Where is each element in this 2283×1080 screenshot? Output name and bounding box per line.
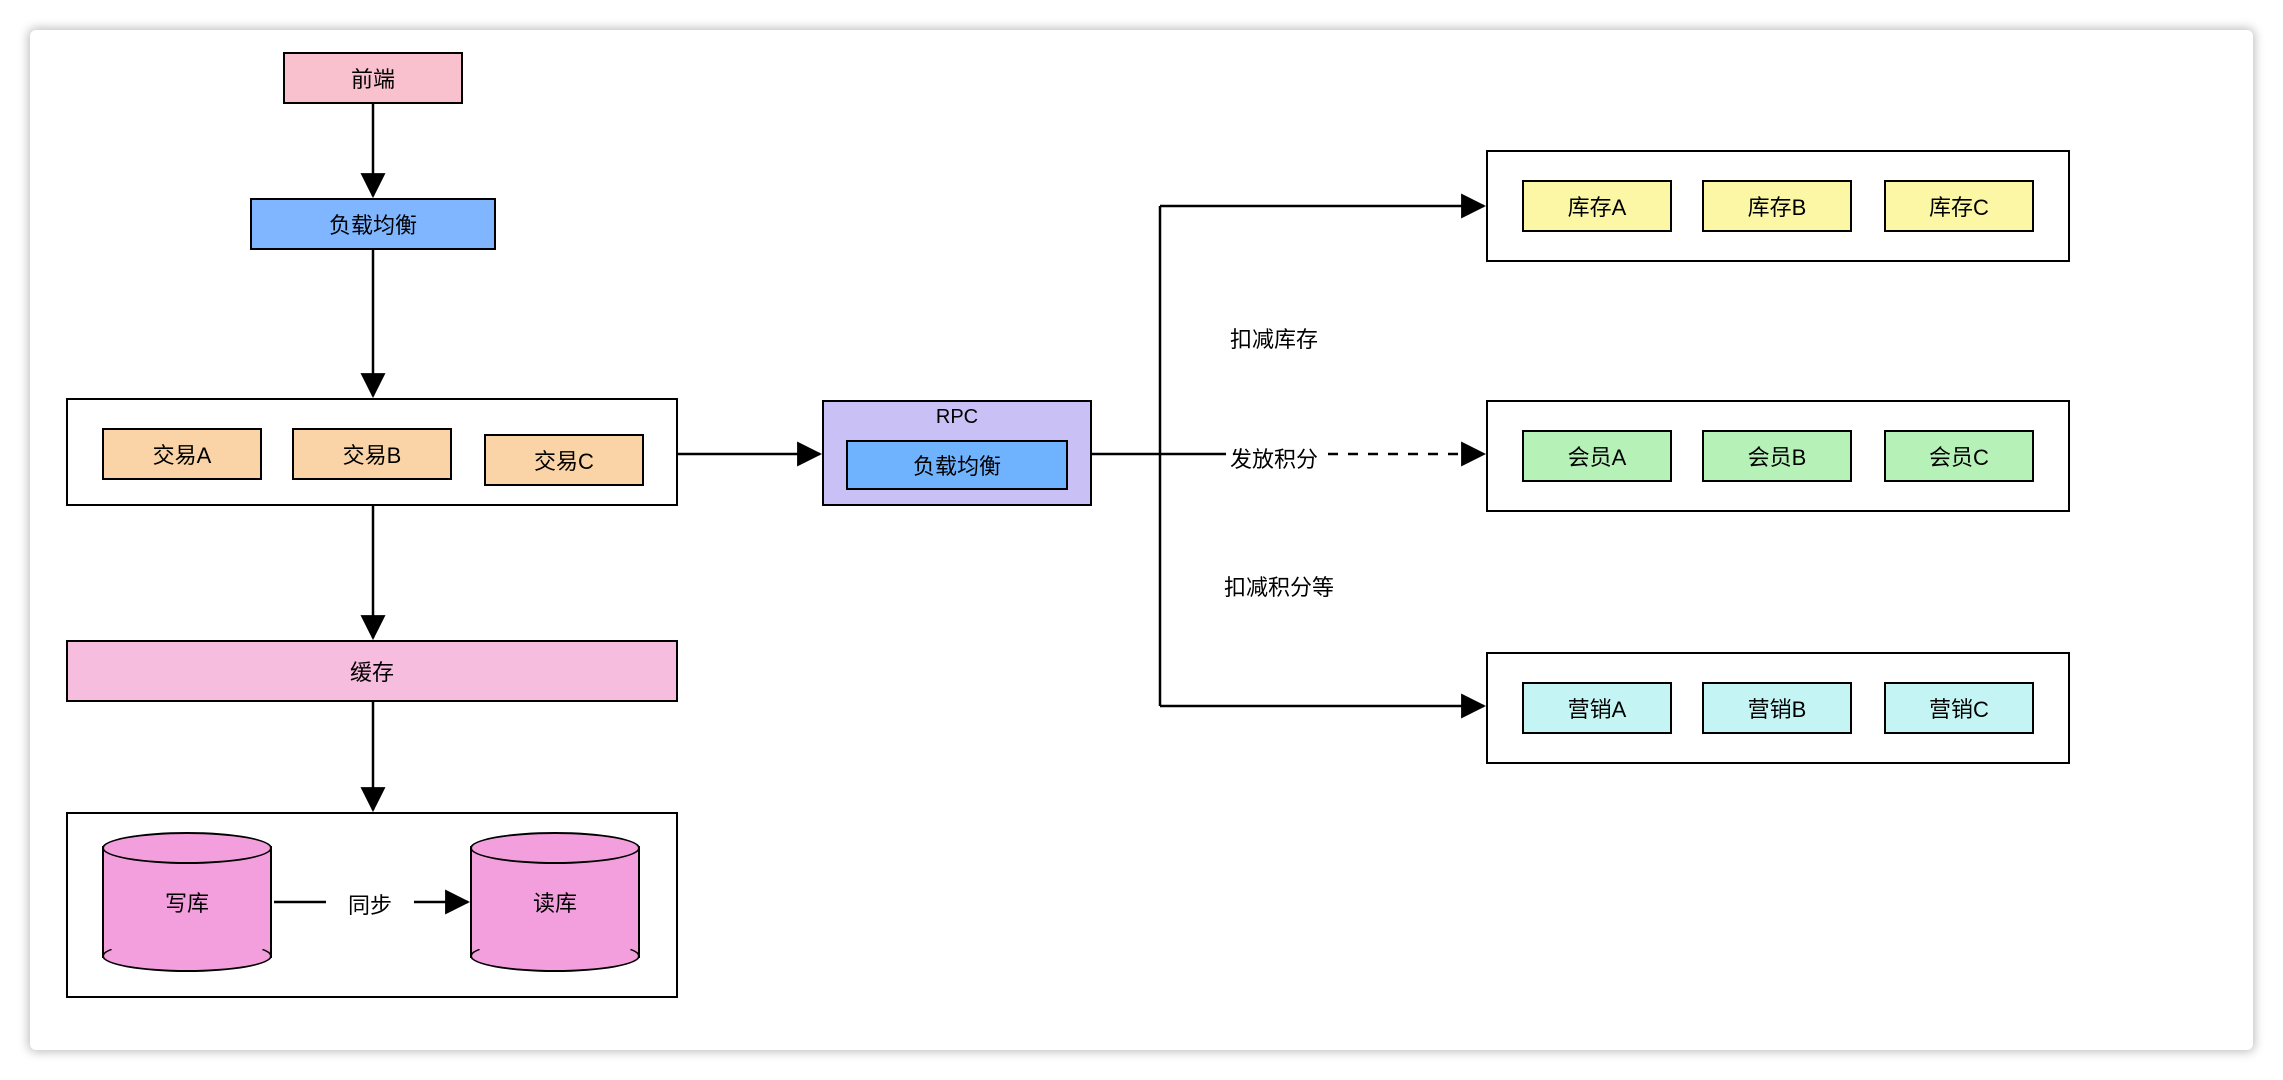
node-load-balancer: 负载均衡	[250, 198, 496, 250]
label-deduct-stock: 扣减库存	[1230, 322, 1318, 354]
node-label: 会员A	[1568, 440, 1627, 472]
node-label: 营销C	[1929, 692, 1989, 724]
node-label: 交易A	[153, 438, 212, 470]
node-label: 营销B	[1748, 692, 1807, 724]
node-tx-b: 交易B	[292, 428, 452, 480]
page: 前端 负载均衡 交易A 交易B 交易C 缓存 写库	[0, 0, 2283, 1080]
node-label: 库存A	[1568, 190, 1627, 222]
node-member-c: 会员C	[1884, 430, 2034, 482]
node-mkt-a: 营销A	[1522, 682, 1672, 734]
cylinder-write-db: 写库	[102, 832, 272, 972]
label-rpc-title: RPC	[824, 406, 1090, 429]
label-grant-points: 发放积分	[1230, 442, 1318, 474]
node-rpc-lb: 负载均衡	[846, 440, 1068, 490]
node-mkt-b: 营销B	[1702, 682, 1852, 734]
node-frontend: 前端	[283, 52, 463, 104]
node-stock-a: 库存A	[1522, 180, 1672, 232]
label-sync: 同步	[330, 888, 410, 920]
node-label: 交易C	[534, 444, 594, 476]
node-label: 读库	[470, 886, 640, 918]
node-mkt-c: 营销C	[1884, 682, 2034, 734]
node-stock-c: 库存C	[1884, 180, 2034, 232]
node-label: 库存C	[1929, 190, 1989, 222]
node-tx-a: 交易A	[102, 428, 262, 480]
cylinder-read-db: 读库	[470, 832, 640, 972]
node-cache: 缓存	[66, 640, 678, 702]
node-tx-c: 交易C	[484, 434, 644, 486]
node-stock-b: 库存B	[1702, 180, 1852, 232]
node-label: 写库	[102, 886, 272, 918]
node-label: 负载均衡	[329, 208, 417, 240]
node-label: 会员C	[1929, 440, 1989, 472]
node-label: 交易B	[343, 438, 402, 470]
node-member-a: 会员A	[1522, 430, 1672, 482]
node-member-b: 会员B	[1702, 430, 1852, 482]
group-rpc: RPC 负载均衡	[822, 400, 1092, 506]
node-label: 会员B	[1748, 440, 1807, 472]
label-deduct-points: 扣减积分等	[1224, 570, 1334, 602]
node-label: 负载均衡	[913, 449, 1001, 481]
diagram-card: 前端 负载均衡 交易A 交易B 交易C 缓存 写库	[30, 30, 2253, 1050]
node-label: 前端	[351, 62, 395, 94]
node-label: 缓存	[350, 655, 394, 687]
node-label: 库存B	[1748, 190, 1807, 222]
node-label: 营销A	[1568, 692, 1627, 724]
